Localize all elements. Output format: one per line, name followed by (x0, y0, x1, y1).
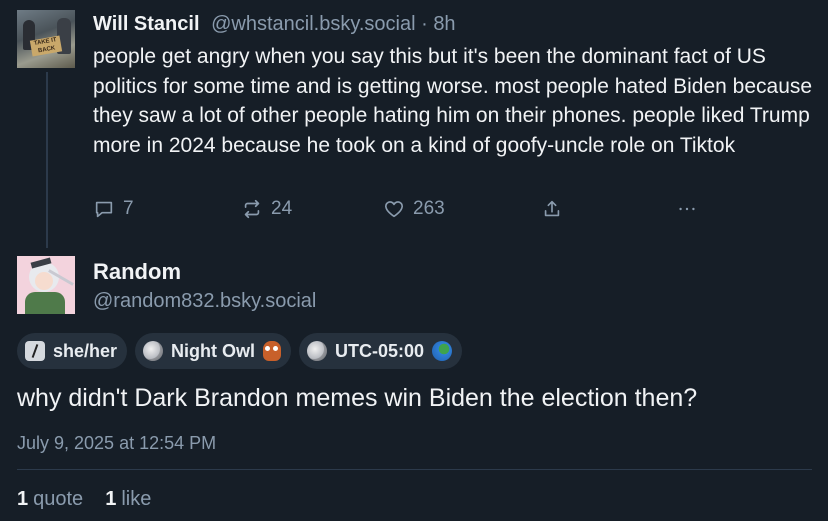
main-author-avatar[interactable] (17, 256, 75, 314)
main-author-handle[interactable]: @random832.bsky.social (93, 288, 316, 314)
parent-post-actions: 7 24 263 (93, 198, 713, 226)
share-button[interactable] (541, 198, 563, 220)
label-text: UTC-05:00 (335, 340, 425, 361)
slash-icon (25, 341, 45, 361)
parent-post-time[interactable]: 8h (433, 13, 455, 35)
heart-icon (384, 201, 404, 218)
quote-label: quote (33, 488, 84, 510)
label-text: Night Owl (171, 340, 256, 361)
like-stat-count: 1 (105, 488, 117, 510)
repost-count: 24 (271, 198, 293, 219)
ellipsis-icon (679, 207, 695, 211)
parent-author-name[interactable]: Will Stancil (93, 13, 200, 35)
label-text: she/her (53, 340, 118, 361)
reply-icon (95, 201, 113, 218)
profile-labels: she/her Night Owl UTC-05:00 (17, 333, 463, 369)
quote-stat[interactable]: 1 quote (17, 485, 83, 513)
quote-count: 1 (17, 488, 29, 510)
parent-post-text: people get angry when you say this but i… (93, 45, 813, 157)
post-thread-view: TAKE IT BACK Will Stancil @whstancil.bsk… (0, 0, 828, 521)
thread-connector-line (46, 72, 48, 248)
repost-icon (244, 199, 260, 219)
label-timezone[interactable]: UTC-05:00 (299, 333, 463, 369)
post-stats: 1 quote 1 like (17, 485, 151, 513)
owl-icon (263, 341, 282, 361)
avatar-figure-face (35, 272, 53, 290)
repost-button[interactable]: 24 (241, 198, 292, 220)
header-separator: · (415, 13, 434, 35)
globe-icon (432, 341, 453, 361)
reply-button[interactable]: 7 (93, 198, 134, 220)
parent-author-avatar[interactable]: TAKE IT BACK (17, 10, 75, 68)
more-options-button[interactable] (676, 198, 698, 220)
like-stat[interactable]: 1 like (105, 485, 151, 513)
moon-icon (143, 341, 164, 361)
label-night-owl[interactable]: Night Owl (135, 333, 292, 369)
reply-count: 7 (123, 198, 134, 219)
main-author-name[interactable]: Random (93, 258, 181, 286)
like-count: 263 (413, 198, 445, 219)
share-icon (544, 200, 560, 217)
parent-post-header: Will Stancil @whstancil.bsky.social · 8h (93, 12, 456, 36)
divider (17, 469, 812, 470)
label-pronouns[interactable]: she/her (17, 333, 128, 369)
like-label: like (121, 488, 152, 510)
avatar-figure-body (25, 292, 65, 314)
main-post-text: why didn't Dark Brandon memes win Biden … (17, 384, 698, 412)
moon-icon (307, 341, 328, 361)
post-timestamp[interactable]: July 9, 2025 at 12:54 PM (17, 430, 216, 456)
parent-author-handle[interactable]: @whstancil.bsky.social (211, 13, 415, 35)
like-button[interactable]: 263 (383, 198, 445, 220)
